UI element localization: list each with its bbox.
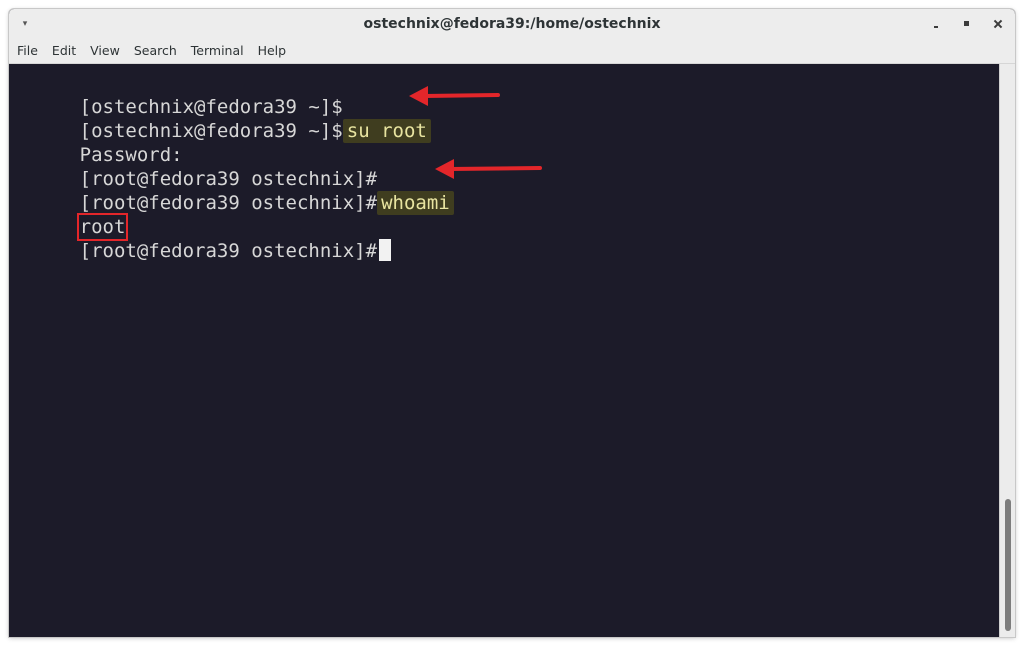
terminal-line: [root@fedora39 ostechnix]# — [11, 143, 377, 190]
menu-view[interactable]: View — [82, 39, 126, 63]
terminal-line: Password: — [11, 119, 183, 166]
minimize-icon[interactable] — [929, 17, 943, 31]
menu-edit[interactable]: Edit — [44, 39, 82, 63]
menu-terminal[interactable]: Terminal — [183, 39, 250, 63]
close-icon[interactable] — [991, 17, 1005, 31]
maximize-icon[interactable] — [960, 17, 974, 31]
menu-bar: File Edit View Search Terminal Help — [9, 39, 1015, 64]
terminal-line: [root@fedora39 ostechnix]# whoami — [11, 167, 454, 215]
terminal-output[interactable]: [ostechnix@fedora39 ~]$ [ostechnix@fedor… — [9, 64, 999, 637]
menu-help[interactable]: Help — [250, 39, 293, 63]
scrollbar-thumb[interactable] — [1005, 499, 1011, 631]
terminal-line: [ostechnix@fedora39 ~]$ — [11, 71, 343, 118]
terminal-line: [ostechnix@fedora39 ~]$ su root — [11, 95, 431, 143]
terminal-window: ▾ ostechnix@fedora39:/home/ostechnix Fil… — [9, 9, 1015, 637]
terminal-line: [root@fedora39 ostechnix]# — [11, 215, 392, 262]
text-cursor — [379, 239, 392, 261]
menu-search[interactable]: Search — [126, 39, 183, 63]
menu-file[interactable]: File — [9, 39, 44, 63]
window-title: ostechnix@fedora39:/home/ostechnix — [363, 16, 661, 32]
command-su-root: su root — [342, 119, 431, 143]
vertical-scrollbar[interactable] — [999, 64, 1015, 637]
shell-prompt: [root@fedora39 ostechnix]# — [79, 240, 378, 262]
command-whoami: whoami — [377, 191, 454, 215]
title-bar[interactable]: ▾ ostechnix@fedora39:/home/ostechnix — [9, 9, 1015, 39]
terminal-line: root — [11, 191, 129, 241]
